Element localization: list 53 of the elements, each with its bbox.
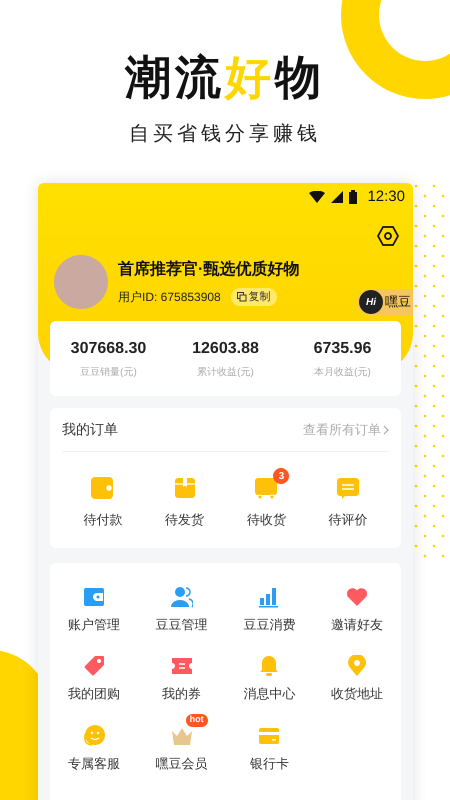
hot-badge: hot [186,714,208,726]
chevron-right-icon [383,424,389,434]
service-button[interactable]: 我的券 [138,642,226,704]
headline: 潮流好物 [125,50,325,105]
service-button[interactable]: 专属客服 [50,712,138,773]
copy-icon [236,292,247,302]
service-button[interactable]: 我的团购 [50,642,138,704]
stat-label: 豆豆销量(元) [80,366,137,380]
signal-icon [331,191,344,203]
service-button[interactable]: hot 嘿豆会员 [138,712,226,773]
chat-icon [336,476,360,500]
stat-label: 本月收益(元) [314,366,371,380]
stat-label: 累计收益(元) [197,366,254,380]
order-status-button[interactable]: 待评价 [307,466,389,530]
users-icon [170,586,193,608]
location-pin-icon [347,655,368,677]
crown-icon [170,726,194,746]
battery-icon [349,190,358,204]
wifi-icon [309,191,326,203]
copy-button[interactable]: 复制 [230,288,277,306]
orders-title: 我的订单 [62,420,118,439]
bank-card-icon [258,726,280,744]
brand-label: 嘿豆 [385,293,411,312]
order-status-button[interactable]: 待发货 [144,466,226,530]
truck-icon [253,476,280,500]
service-button[interactable]: 消息中心 [226,642,314,704]
settings-icon[interactable] [377,225,399,247]
stat-value: 307668.30 [70,339,146,359]
service-button[interactable]: 账户管理 [50,572,138,634]
stat-value: 12603.88 [192,339,259,359]
order-status-button[interactable]: 待付款 [62,466,144,530]
service-button[interactable]: 豆豆消费 [226,572,314,634]
brand-pill[interactable]: Hi 嘿豆 [357,289,413,315]
tag-icon [82,655,105,677]
heart-icon [346,586,368,606]
user-id: 用户ID: 675853908 [118,289,221,306]
ticket-icon [170,657,193,675]
service-button[interactable]: 收货地址 [313,642,401,704]
bar-chart-icon [259,586,280,608]
stat-value: 6735.96 [314,339,372,359]
tagline: 自买省钱分享赚钱 [129,122,321,148]
service-button[interactable]: 邀请好友 [313,572,401,634]
status-time: 12:30 [367,186,405,207]
service-button[interactable]: 豆豆管理 [138,572,226,634]
order-status-button[interactable]: 3 待收货 [226,466,308,530]
brand-logo: Hi [359,290,383,314]
headset-smiley-icon [82,724,106,748]
box-icon [172,476,197,500]
count-badge: 3 [273,468,290,484]
service-button[interactable]: 银行卡 [226,712,314,773]
wallet-icon [82,586,105,606]
profile-name: 首席推荐官·甄选优质好物 [118,259,300,280]
bell-icon [258,655,280,677]
